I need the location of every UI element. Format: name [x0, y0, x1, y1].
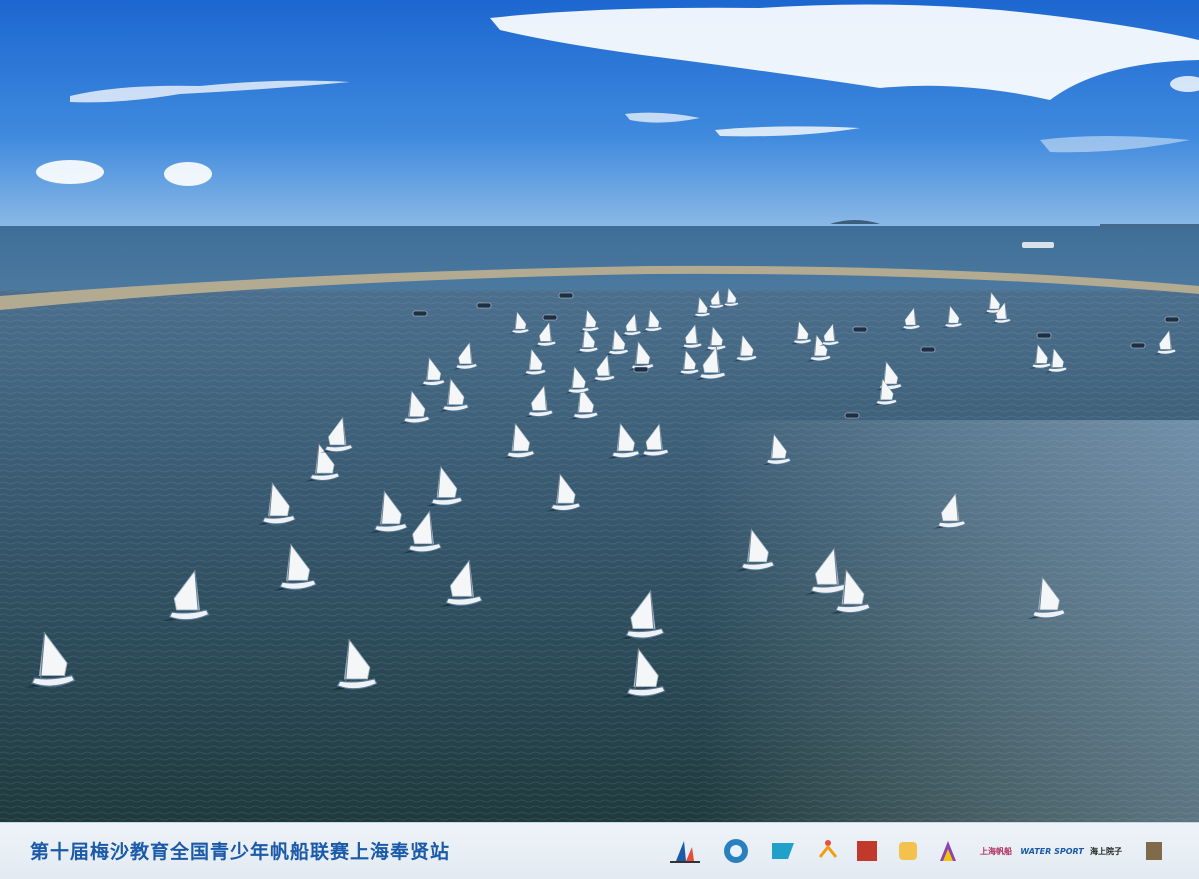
blue-flag-logo	[768, 837, 798, 865]
support-motorboat	[476, 302, 492, 309]
event-title: 第十届梅沙教育全国青少年帆船联赛上海奉贤站	[30, 841, 451, 863]
sail-event-logo	[664, 837, 706, 865]
support-motorboat	[542, 314, 558, 321]
red-seal-logo	[854, 837, 880, 865]
support-motorboat	[920, 346, 936, 353]
yellow-badge-logo	[894, 837, 922, 865]
shanghai-sailing-logo: 上海帆船	[980, 846, 1012, 856]
support-motorboat	[1036, 332, 1052, 339]
distant-ship	[1022, 242, 1054, 248]
aerial-regatta-photo	[0, 0, 1199, 822]
support-motorboat	[1164, 316, 1180, 323]
colorful-mark-logo	[936, 837, 960, 865]
support-motorboat	[844, 412, 860, 419]
water-sport-logo: WATER SPORT	[1020, 846, 1084, 856]
support-motorboat	[852, 326, 868, 333]
support-motorboat	[633, 366, 649, 373]
event-banner: 第十届梅沙教育全国青少年帆船联赛上海奉贤站 上海帆船 WATER SPORT 海…	[0, 822, 1199, 879]
end-badge-logo	[1142, 837, 1166, 865]
haishang-yuanzi-logo: 海上院子	[1090, 846, 1122, 856]
support-motorboat	[412, 310, 428, 317]
support-motorboat	[558, 292, 574, 299]
support-motorboat	[1130, 342, 1146, 349]
photo-canvas	[0, 0, 1199, 822]
circle-emblem-logo	[722, 837, 750, 865]
sport-figure-logo	[814, 837, 842, 865]
